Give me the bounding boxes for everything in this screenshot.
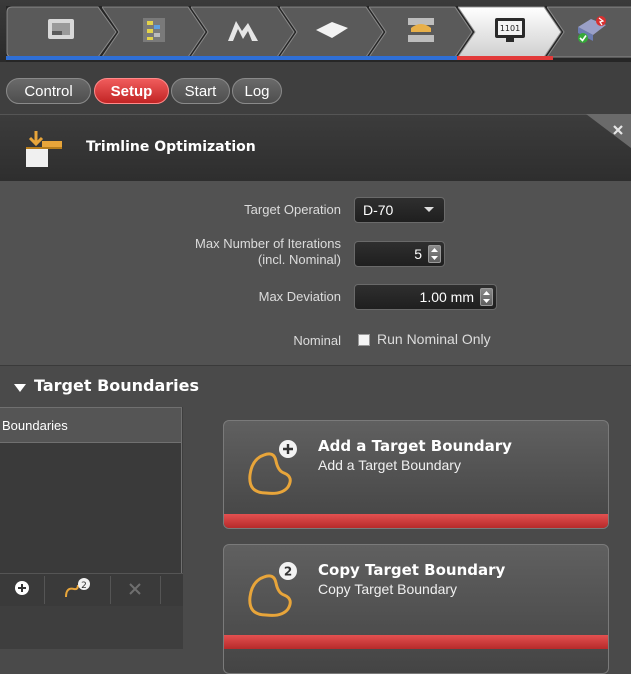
analysis-result-icon <box>575 15 609 49</box>
spin-arrows-icon[interactable] <box>480 288 493 306</box>
run-nominal-only-checkbox[interactable] <box>358 334 370 346</box>
spin-arrows-icon[interactable] <box>428 245 441 263</box>
target-boundaries-header[interactable]: Target Boundaries <box>0 365 631 406</box>
delete-icon <box>128 581 142 600</box>
max-iterations-value: 5 <box>414 246 422 262</box>
max-deviation-value: 1.00 mm <box>419 289 474 305</box>
trimline-optimization-icon <box>24 129 64 173</box>
max-iterations-stepper[interactable]: 5 <box>354 241 445 267</box>
copy-boundary-button[interactable]: 2 <box>44 576 111 604</box>
svg-text:2: 2 <box>81 581 87 591</box>
panel-header: Trimline Optimization <box>0 114 631 181</box>
copy-target-boundary-title: Copy Target Boundary <box>318 561 506 579</box>
max-iterations-sublabel: (incl. Nominal) <box>257 252 341 267</box>
boundaries-toolbar: 2 <box>0 573 183 606</box>
add-icon <box>14 580 30 600</box>
tab-start[interactable]: Start <box>171 78 230 104</box>
boundaries-list-body[interactable] <box>0 443 182 573</box>
chevron-down-icon <box>424 202 434 219</box>
tab-control[interactable]: Control <box>6 78 91 104</box>
die-shape-icon <box>226 17 260 47</box>
tab-setup[interactable]: Setup <box>94 78 169 104</box>
add-target-boundary-button[interactable]: Add a Target Boundary Add a Target Bound… <box>223 420 609 529</box>
add-target-boundary-title: Add a Target Boundary <box>318 437 512 455</box>
copy-target-boundary-button[interactable]: 2 Copy Target Boundary Copy Target Bound… <box>223 544 609 674</box>
target-operation-label: Target Operation <box>244 202 341 217</box>
target-operation-select[interactable]: D-70 <box>354 197 445 223</box>
add-target-boundary-subtitle: Add a Target Boundary <box>318 457 461 473</box>
boundaries-list: Boundaries 2 <box>0 407 183 649</box>
target-operation-value: D-70 <box>363 202 394 218</box>
sheet-blank-icon <box>45 17 79 47</box>
workflow-progress-red <box>457 56 553 60</box>
computer-monitor-icon: 1101 <box>492 16 528 48</box>
delete-boundary-button[interactable] <box>110 576 161 604</box>
action-accent-bar <box>224 635 608 649</box>
settings-form: Target Operation D-70 Max Number of Iter… <box>0 181 631 365</box>
section-title: Target Boundaries <box>34 376 200 395</box>
max-deviation-stepper[interactable]: 1.00 mm <box>354 284 497 310</box>
add-boundary-button[interactable] <box>0 576 45 604</box>
max-deviation-label: Max Deviation <box>258 289 341 304</box>
forming-press-icon <box>405 16 437 48</box>
boundary-copy-icon: 2 <box>244 559 306 625</box>
tab-log[interactable]: Log <box>232 78 282 104</box>
copy-target-boundary-subtitle: Copy Target Boundary <box>318 581 458 597</box>
monitor-label: 1101 <box>500 24 520 33</box>
workflow-bar: 1101 <box>0 0 631 62</box>
workflow-progress-blue <box>6 56 457 60</box>
blank-layout-icon <box>139 16 169 48</box>
boundary-add-icon <box>244 437 306 503</box>
panel-title: Trimline Optimization <box>86 139 256 155</box>
collapse-triangle-icon <box>14 379 26 398</box>
max-iterations-label: Max Number of Iterations <box>195 236 341 251</box>
boundary-copy-icon: 2 <box>62 577 92 603</box>
svg-text:2: 2 <box>284 565 292 579</box>
action-accent-bar <box>224 514 608 528</box>
run-nominal-only-label: Run Nominal Only <box>377 331 491 347</box>
flat-sheet-icon <box>314 19 350 45</box>
boundaries-list-header: Boundaries <box>0 407 182 443</box>
workflow-steps: 1101 <box>6 6 631 62</box>
nominal-label: Nominal <box>293 333 341 348</box>
tab-bar: Control Setup Start Log <box>0 62 631 114</box>
workflow-step-analysis[interactable] <box>547 6 631 58</box>
close-panel-button[interactable] <box>586 114 631 148</box>
